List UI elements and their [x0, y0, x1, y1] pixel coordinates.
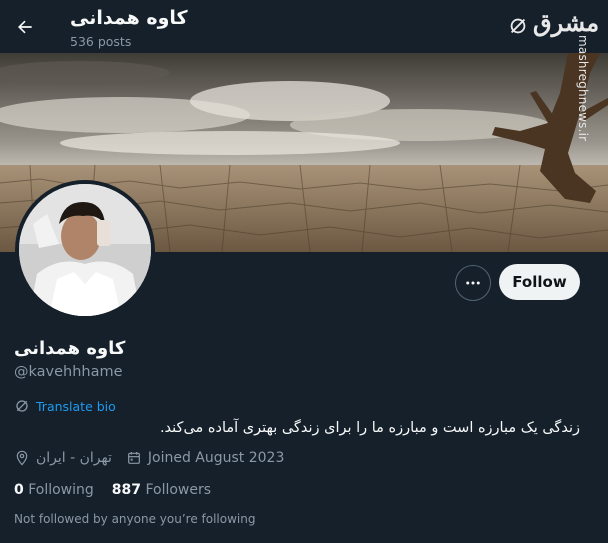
more-options-icon: [466, 281, 480, 285]
followers-count: 887: [111, 482, 142, 498]
more-options-button[interactable]: [455, 265, 491, 301]
watermark-site: mashreghnews.ir: [576, 35, 590, 142]
join-date-text: Joined August 2023: [147, 450, 285, 466]
translate-bio-link[interactable]: Translate bio: [14, 398, 116, 414]
follow-stats: 0 Following 887 Followers: [14, 482, 211, 498]
page-title: کاوه همدانی: [70, 7, 188, 29]
calendar-icon: [127, 452, 140, 464]
following-link[interactable]: 0 Following: [14, 482, 94, 498]
profile-handle: @kavehhhame: [14, 364, 123, 380]
not-followed-note: Not followed by anyone you’re following: [14, 512, 256, 526]
watermark-no-signal-icon: [510, 18, 526, 34]
top-bar: کاوه همدانی 536 posts مشرق: [0, 0, 608, 53]
following-count: 0: [14, 482, 24, 498]
profile-page: کاوه همدانی 536 posts مشرق Follow کاوه ه…: [0, 0, 608, 543]
profile-location: تهران - ایران: [14, 450, 112, 466]
location-text: تهران - ایران: [36, 450, 112, 466]
profile-meta: تهران - ایران Joined August 2023: [14, 450, 284, 466]
followers-label: Followers: [145, 482, 212, 498]
profile-join-date: Joined August 2023: [126, 450, 284, 466]
location-pin-icon: [16, 450, 28, 466]
arrow-left-icon: [18, 20, 32, 34]
profile-bio: زندگی یک مبارزه است و مبارزه ما را برای …: [159, 420, 580, 436]
translate-bio-label: Translate bio: [36, 398, 116, 414]
avatar[interactable]: [15, 180, 155, 320]
follow-button[interactable]: Follow: [499, 264, 580, 300]
back-button[interactable]: [10, 12, 40, 42]
translate-icon: [16, 400, 28, 412]
followers-link[interactable]: 887 Followers: [112, 482, 211, 498]
post-count: 536 posts: [70, 34, 132, 49]
watermark-logo: مشرق: [533, 8, 600, 37]
profile-display-name: کاوه همدانی: [14, 338, 126, 359]
following-label: Following: [28, 482, 94, 498]
